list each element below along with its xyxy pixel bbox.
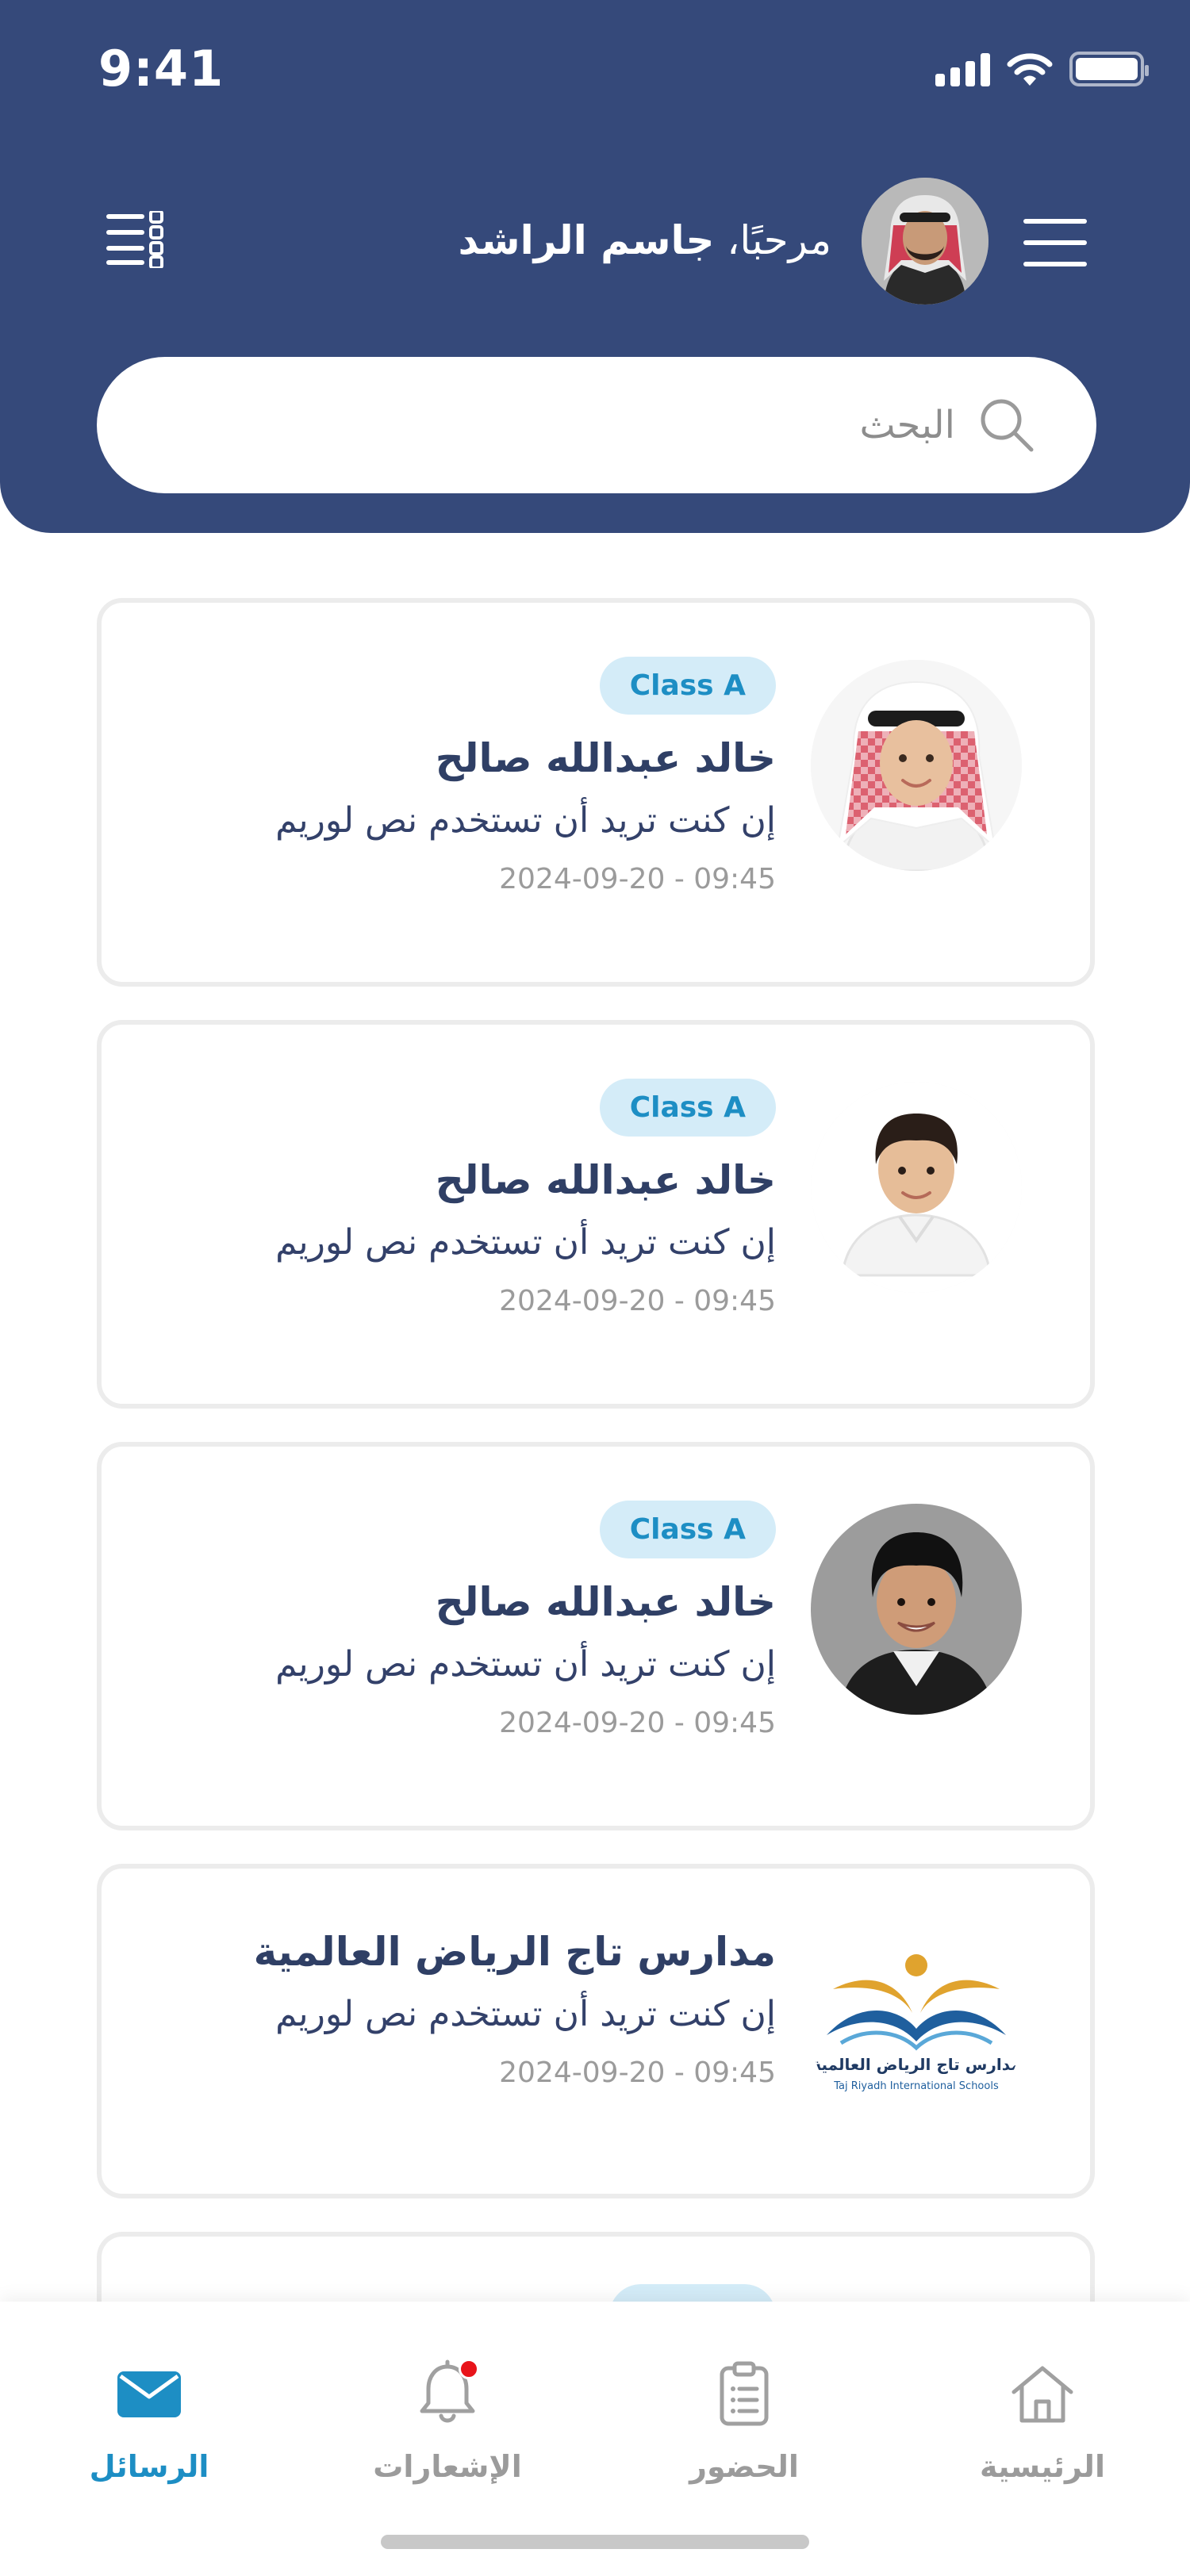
- sender-name: خالد عبدالله صالح: [435, 735, 776, 781]
- message-content: Class A خالد عبدالله صالح إن كنت تريد أن…: [189, 1501, 776, 1739]
- message-content: Class A خالد عبدالله صالح إن كنت تريد أن…: [189, 1079, 776, 1317]
- message-timestamp: 2024-09-20 - 09:45: [499, 1285, 776, 1317]
- message-timestamp: 2024-09-20 - 09:45: [499, 1707, 776, 1739]
- sender-avatar: [811, 1504, 1022, 1715]
- user-avatar[interactable]: [862, 178, 988, 305]
- search-bar[interactable]: [97, 357, 1096, 493]
- tab-home[interactable]: الرئيسية: [923, 2357, 1161, 2484]
- envelope-icon: [117, 2371, 181, 2417]
- message-preview: إن كنت تريد أن تستخدم نص لوريم: [275, 1644, 776, 1685]
- school-logo: مدارس تاج الرياض العالمية Taj Riyadh Int…: [811, 1924, 1022, 2135]
- message-list: Class A خالد عبدالله صالح إن كنت تريد أن…: [97, 598, 1095, 2332]
- filter-list-icon[interactable]: [106, 211, 170, 268]
- class-badge: Class A: [599, 1079, 776, 1137]
- message-preview: إن كنت تريد أن تستخدم نص لوريم: [275, 1222, 776, 1263]
- wifi-icon: [1007, 53, 1053, 86]
- notification-dot: [459, 2359, 479, 2379]
- greeting-text: مرحبًا، جاسم الراشد: [459, 217, 831, 263]
- status-icons: [935, 51, 1149, 87]
- message-content: مدارس تاج الرياض العالمية إن كنت تريد أن…: [189, 1929, 776, 2089]
- cellular-signal-icon: [935, 52, 990, 86]
- sender-avatar: [811, 660, 1022, 871]
- app-screen: 9:41 مرحبًا، جاسم الراشد البحث Class A خ…: [0, 0, 1190, 2576]
- user-name: جاسم الراشد: [458, 217, 715, 263]
- tab-label: الحضور: [689, 2449, 799, 2484]
- user-avatar-image: [862, 178, 988, 305]
- app-header: 9:41 مرحبًا، جاسم الراشد: [0, 0, 1190, 533]
- message-card[interactable]: مدارس تاج الرياض العالمية Taj Riyadh Int…: [97, 1864, 1095, 2198]
- school-logo-text-en: Taj Riyadh International Schools: [833, 2080, 999, 2092]
- message-preview: إن كنت تريد أن تستخدم نص لوريم: [275, 1994, 776, 2034]
- message-content: Class A خالد عبدالله صالح إن كنت تريد أن…: [189, 657, 776, 895]
- tab-label: الرسائل: [89, 2449, 209, 2484]
- sender-name: مدارس تاج الرياض العالمية: [253, 1929, 776, 1975]
- home-icon: [1012, 2366, 1073, 2423]
- home-indicator: [381, 2535, 809, 2549]
- message-timestamp: 2024-09-20 - 09:45: [499, 2057, 776, 2089]
- search-icon: [981, 399, 1034, 452]
- message-timestamp: 2024-09-20 - 09:45: [499, 863, 776, 895]
- tab-messages[interactable]: الرسائل: [30, 2357, 268, 2484]
- message-card[interactable]: Class A خالد عبدالله صالح إن كنت تريد أن…: [97, 1020, 1095, 1409]
- search-input[interactable]: [479, 403, 955, 447]
- sender-name: خالد عبدالله صالح: [435, 1157, 776, 1203]
- message-preview: إن كنت تريد أن تستخدم نص لوريم: [275, 800, 776, 841]
- tab-notifications[interactable]: الإشعارات: [328, 2357, 566, 2484]
- tab-label: الإشعارات: [373, 2449, 522, 2484]
- sender-avatar: [811, 1082, 1022, 1293]
- battery-icon: [1069, 52, 1149, 86]
- school-logo-text-ar: مدارس تاج الرياض العالمية: [812, 2055, 1020, 2074]
- class-badge: Class A: [599, 657, 776, 715]
- tab-label: الرئيسية: [980, 2449, 1105, 2484]
- bell-icon-wrapper: [411, 2357, 484, 2430]
- clipboard-icon: [720, 2361, 769, 2426]
- hamburger-menu-icon[interactable]: [1023, 219, 1087, 266]
- sender-name: خالد عبدالله صالح: [435, 1579, 776, 1625]
- greeting-prefix: مرحبًا،: [714, 217, 831, 263]
- status-time: 9:41: [98, 40, 225, 98]
- message-card[interactable]: Class A خالد عبدالله صالح إن كنت تريد أن…: [97, 598, 1095, 987]
- class-badge: Class A: [599, 1501, 776, 1558]
- tab-attendance[interactable]: الحضور: [625, 2357, 863, 2484]
- message-card[interactable]: Class A خالد عبدالله صالح إن كنت تريد أن…: [97, 1442, 1095, 1830]
